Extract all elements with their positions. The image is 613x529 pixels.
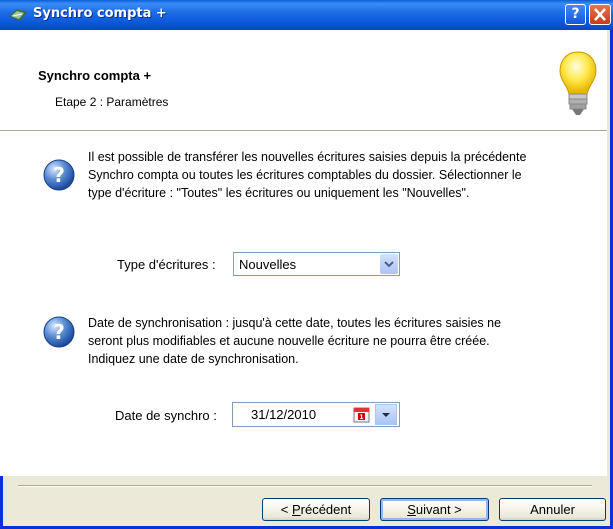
description-line: Date de synchronisation : jusqu'à cette … [88, 316, 502, 330]
previous-mnemonic: P [291, 502, 301, 517]
sync-date-value: 31/12/2010 [251, 407, 317, 422]
chevron-down-icon [384, 261, 394, 268]
question-icon: ? [43, 316, 75, 348]
previous-button[interactable]: < Précédent [262, 498, 370, 521]
description-line: Indiquez une date de synchronisation. [88, 352, 299, 366]
wizard-header: Synchro compta + Etape 2 : Paramètres [0, 30, 607, 131]
svg-text:?: ? [53, 163, 65, 187]
svg-text:?: ? [53, 320, 65, 344]
description-line: type d'écriture : "Toutes" les écritures… [88, 186, 470, 200]
footer-divider [18, 485, 592, 487]
sync-date-field[interactable]: 31/12/2010 1 [232, 402, 400, 427]
lightbulb-icon [559, 51, 597, 115]
cancel-button[interactable]: Annuler [499, 498, 606, 521]
previous-prefix: < [280, 502, 292, 517]
help-button[interactable]: ? [565, 4, 586, 25]
svg-text:1: 1 [359, 414, 363, 421]
window-title: Synchro compta + [33, 6, 167, 21]
previous-label: récédent [300, 502, 352, 517]
sync-date-description: Date de synchronisation : jusqu'à cette … [88, 314, 501, 368]
next-label: uivant > [415, 502, 462, 517]
close-icon [594, 8, 606, 21]
description-line: seront plus modifiables et aucune nouvel… [88, 334, 490, 348]
dropdown-button[interactable] [380, 254, 398, 274]
wizard-title: Synchro compta + [38, 68, 152, 83]
question-icon: ? [43, 159, 75, 191]
entry-type-value: Nouvelles [239, 257, 297, 272]
close-button[interactable] [589, 4, 611, 25]
description-line: Il est possible de transférer les nouvel… [88, 150, 527, 164]
entry-type-select[interactable]: Nouvelles [233, 252, 400, 276]
transfer-description: Il est possible de transférer les nouvel… [88, 148, 526, 202]
app-icon [9, 9, 27, 21]
description-line: Synchro compta ou toutes les écritures c… [88, 168, 522, 182]
calendar-icon[interactable]: 1 [353, 406, 370, 423]
date-dropdown-button[interactable] [375, 404, 397, 425]
next-mnemonic: S [407, 502, 416, 517]
entry-type-label: Type d'écritures : [117, 257, 216, 272]
triangle-down-icon [382, 413, 390, 417]
wizard-step-label: Etape 2 : Paramètres [55, 95, 169, 109]
sync-date-label: Date de synchro : [115, 408, 217, 423]
next-button[interactable]: Suivant > [380, 498, 489, 521]
title-bar[interactable]: Synchro compta + ? [0, 0, 613, 30]
